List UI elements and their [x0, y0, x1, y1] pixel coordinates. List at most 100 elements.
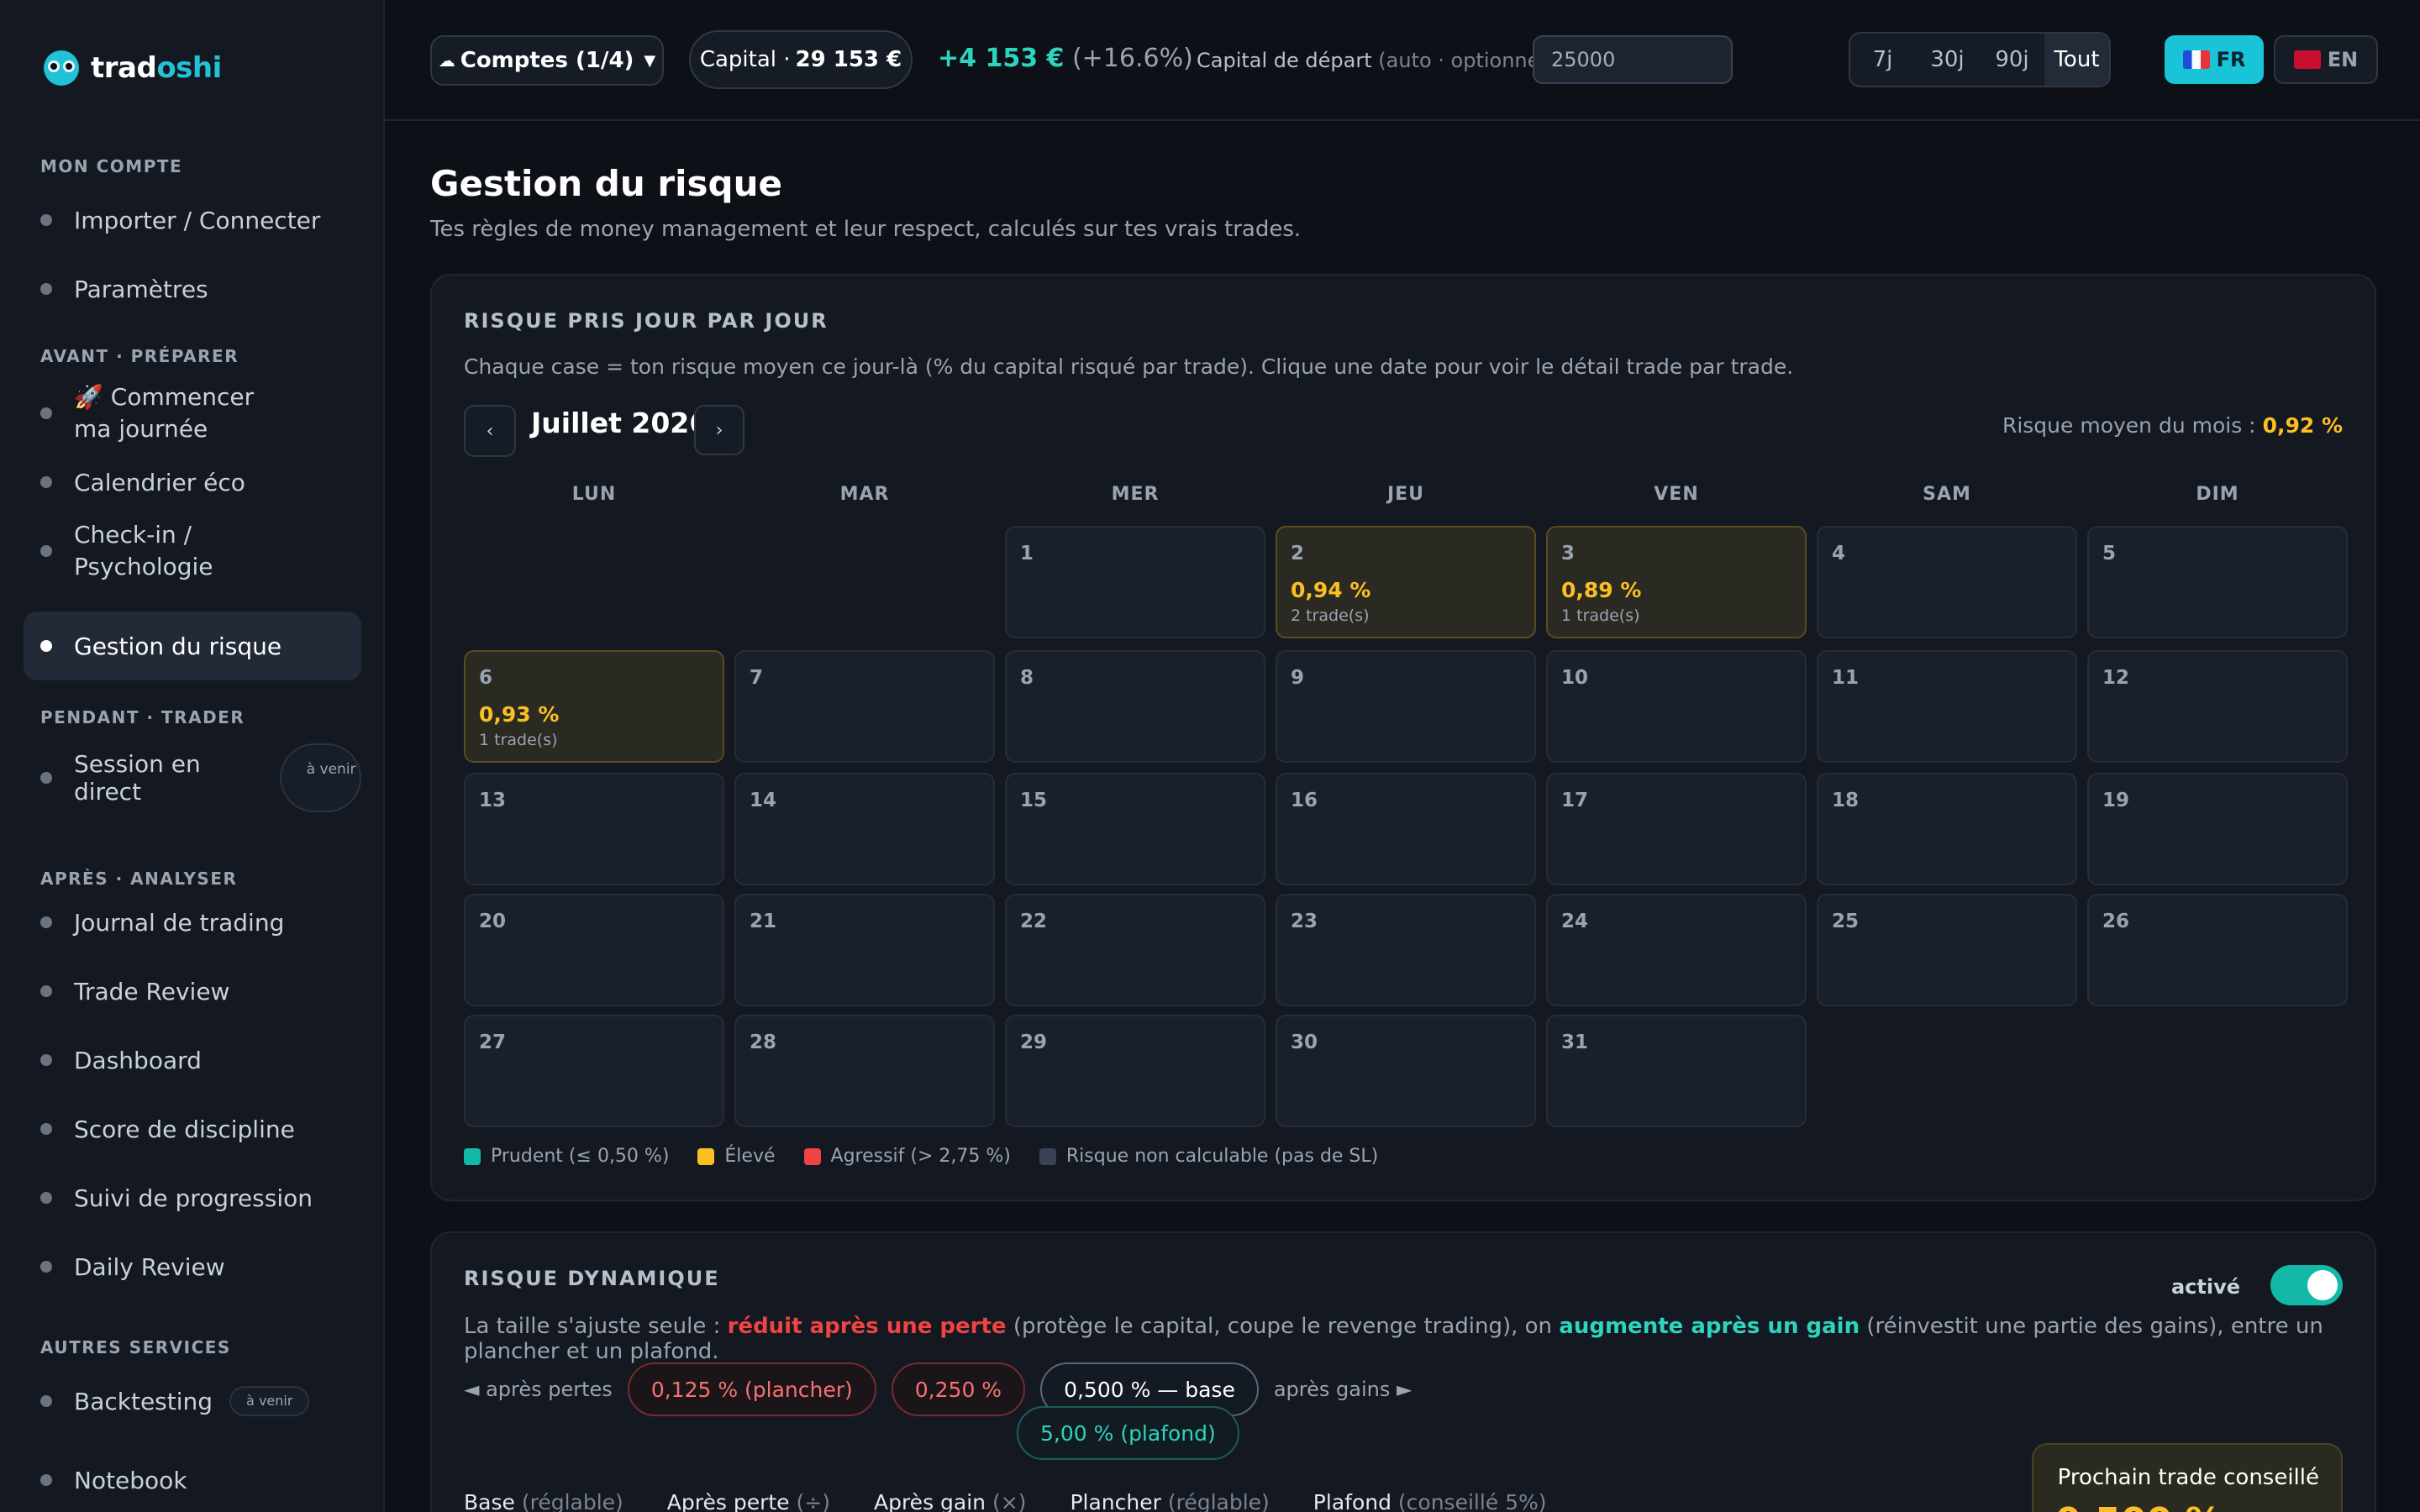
uk-flag-icon	[2293, 50, 2321, 69]
calendar-day-cell[interactable]: 15	[1005, 773, 1265, 885]
start-capital-label: Capital de départ (auto · optionnel)	[1197, 49, 1553, 72]
sidebar-item-label: Trade Review	[74, 977, 230, 1005]
risk-step-chip[interactable]: 0,250 %	[891, 1362, 1026, 1416]
day-number: 6	[479, 667, 493, 689]
calendar-day-cell[interactable]: 20	[464, 894, 724, 1006]
calendar-day-cell[interactable]: 25	[1817, 894, 2077, 1006]
sidebar-item[interactable]: Score de discipline	[24, 1105, 361, 1152]
sidebar-item[interactable]: Suivi de progression	[24, 1174, 361, 1221]
risk-step-chip[interactable]: 5,00 % (plafond)	[1017, 1406, 1239, 1460]
calendar-description: Chaque case = ton risque moyen ce jour-l…	[464, 354, 1794, 379]
calendar-day-cell[interactable]: 22	[1005, 894, 1265, 1006]
calendar-day-cell[interactable]: 29	[1005, 1015, 1265, 1127]
coming-soon-badge: à venir	[279, 743, 361, 812]
dynamic-risk-toggle[interactable]	[2270, 1265, 2343, 1305]
next-month-button[interactable]: ›	[694, 405, 744, 455]
sidebar-item[interactable]: Gestion du risque	[24, 612, 361, 680]
sidebar-item[interactable]: Daily Review	[24, 1243, 361, 1290]
gain-percent: (+16.6%)	[1071, 44, 1193, 73]
wallet-icon: ☁	[438, 50, 455, 71]
calendar-day-cell[interactable]: 23	[1276, 894, 1536, 1006]
risk-params: Base (réglable) Après perte (÷) Après gain…	[464, 1490, 1547, 1512]
calendar-day-cell[interactable]: 16	[1276, 773, 1536, 885]
calendar-day-cell[interactable]: 28	[734, 1015, 995, 1127]
param-name: Après perte	[666, 1490, 790, 1512]
prev-month-button[interactable]: ‹	[464, 405, 516, 457]
calendar-day-cell[interactable]: 3 0,89 % 1 trade(s)	[1546, 526, 1807, 638]
param-hint: (×)	[992, 1490, 1027, 1512]
accounts-label: Comptes (1/4)	[460, 48, 634, 73]
bullet-icon	[40, 640, 52, 652]
desc-loss-text: réduit après une perte	[727, 1314, 1007, 1339]
calendar-day-cell[interactable]: 21	[734, 894, 995, 1006]
calendar-day-cell[interactable]: 9	[1276, 650, 1536, 763]
calendar-day-cell[interactable]: 1	[1005, 526, 1265, 638]
nav-section-title: AUTRES SERVICES	[40, 1337, 231, 1357]
start-capital-hint: (auto · optionnel)	[1378, 49, 1554, 72]
calendar-day-cell[interactable]: 4	[1817, 526, 2077, 638]
calendar-day-cell[interactable]: 17	[1546, 773, 1807, 885]
calendar-day-cell[interactable]: 8	[1005, 650, 1265, 763]
calendar-day-cell[interactable]: 11	[1817, 650, 2077, 763]
sidebar-item[interactable]: Importer / Connecter	[24, 197, 361, 244]
toggle-knob	[2307, 1270, 2338, 1300]
nav-section-title: PENDANT · TRADER	[40, 707, 245, 727]
calendar-day-cell[interactable]: 31	[1546, 1015, 1807, 1127]
calendar-day-cell[interactable]: 18	[1817, 773, 2077, 885]
lang-fr-button[interactable]: FR	[2165, 35, 2264, 84]
period-90j[interactable]: 90j	[1980, 34, 2044, 86]
day-number: 9	[1291, 667, 1305, 689]
param-name: Plancher	[1070, 1490, 1161, 1512]
calendar-day-cell[interactable]: 30	[1276, 1015, 1536, 1127]
nav-section-title: APRÈS · ANALYSER	[40, 869, 238, 889]
logo[interactable]: tradoshi	[44, 50, 222, 86]
legend-item: Prudent (≤ 0,50 %)	[464, 1146, 669, 1167]
period-tout[interactable]: Tout	[2044, 34, 2109, 86]
day-number: 3	[1561, 543, 1576, 564]
legend-item: Élevé	[697, 1146, 776, 1167]
sidebar-item[interactable]: Session en direct à venir	[24, 743, 361, 812]
sidebar-item[interactable]: Backtesting à venir	[24, 1378, 361, 1425]
calendar-day-cell[interactable]: 24	[1546, 894, 1807, 1006]
chevron-down-icon: ▼	[644, 51, 656, 70]
calendar-day-cell[interactable]: 27	[464, 1015, 724, 1127]
calendar-heading: RISQUE PRIS JOUR PAR JOUR	[464, 309, 829, 333]
sidebar: tradoshi MON COMPTE Importer / Connecter P…	[0, 0, 385, 1512]
sidebar-item[interactable]: Check-in / Psychologie	[24, 517, 361, 585]
risk-legend: Prudent (≤ 0,50 %) Élevé Agressif (> 2,75 …	[464, 1146, 1378, 1167]
bullet-icon	[40, 1123, 52, 1135]
calendar-day-cell[interactable]: 19	[2087, 773, 2348, 885]
risk-step-chip[interactable]: 0,125 % (plancher)	[627, 1362, 876, 1416]
sidebar-item[interactable]: 🚀 Commencer ma journée	[24, 380, 361, 447]
calendar-day-cell[interactable]: 5	[2087, 526, 2348, 638]
sidebar-item[interactable]: Paramètres	[24, 265, 361, 312]
start-capital-input[interactable]	[1533, 35, 1733, 84]
lang-en-button[interactable]: EN	[2274, 35, 2378, 84]
calendar-day-cell[interactable]: 13	[464, 773, 724, 885]
month-average: Risque moyen du mois : 0,92 %	[2002, 413, 2343, 438]
period-30j[interactable]: 30j	[1915, 34, 1980, 86]
sidebar-item[interactable]: Journal de trading	[24, 899, 361, 946]
day-trade-count: 1 trade(s)	[479, 731, 558, 749]
calendar-day-cell[interactable]: 2 0,94 % 2 trade(s)	[1276, 526, 1536, 638]
capital-label: Capital ·	[699, 47, 791, 72]
calendar-day-cell[interactable]: 12	[2087, 650, 2348, 763]
topbar: ☁ Comptes (1/4) ▼ Capital · 29 153 € +4 …	[385, 0, 2420, 121]
param-hint: (conseillé 5%)	[1397, 1490, 1547, 1512]
sidebar-item[interactable]: Trade Review	[24, 968, 361, 1015]
day-number: 5	[2102, 543, 2117, 564]
calendar-day-cell[interactable]: 26	[2087, 894, 2348, 1006]
accounts-dropdown[interactable]: ☁ Comptes (1/4) ▼	[430, 35, 664, 86]
calendar-day-cell[interactable]: 10	[1546, 650, 1807, 763]
sidebar-item[interactable]: Notebook	[24, 1457, 361, 1504]
calendar-day-cell[interactable]: 6 0,93 % 1 trade(s)	[464, 650, 724, 763]
sidebar-item[interactable]: Calendrier éco	[24, 459, 361, 506]
day-number: 27	[479, 1032, 507, 1053]
period-7j[interactable]: 7j	[1850, 34, 1915, 86]
calendar-day-cell[interactable]: 14	[734, 773, 995, 885]
risk-param-label: Après gain (×)	[874, 1490, 1026, 1512]
sidebar-item[interactable]: Dashboard	[24, 1037, 361, 1084]
day-number: 4	[1832, 543, 1846, 564]
calendar-day-cell[interactable]: 7	[734, 650, 995, 763]
legend-label: Risque non calculable (pas de SL)	[1065, 1146, 1379, 1167]
